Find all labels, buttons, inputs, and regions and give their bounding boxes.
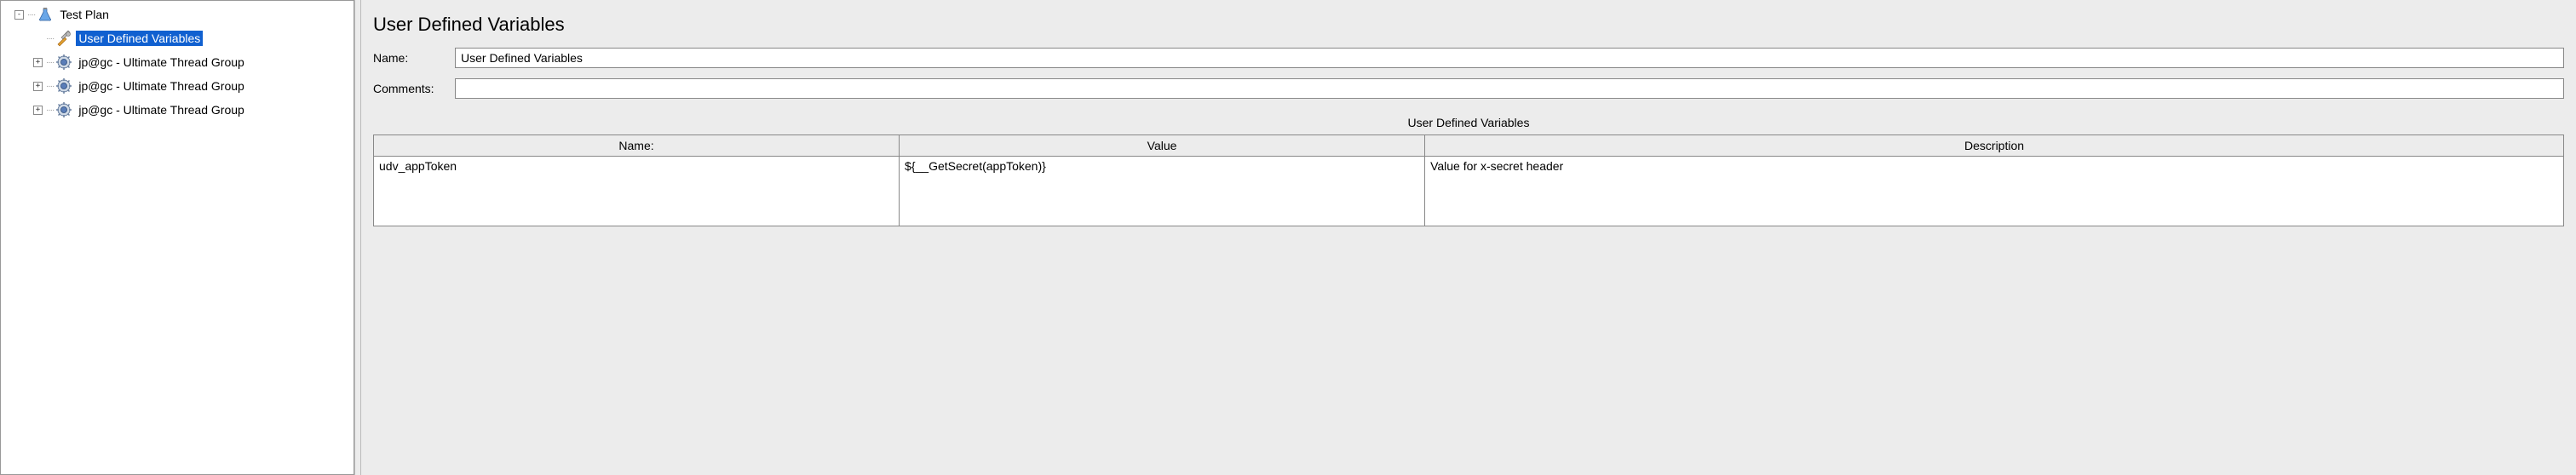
table-empty-area[interactable] xyxy=(374,175,2564,226)
tree-label: Test Plan xyxy=(57,7,112,22)
variables-table[interactable]: Name: Value Description udv_appToken ${_… xyxy=(373,134,2564,226)
expand-icon-none xyxy=(33,34,43,43)
page-title: User Defined Variables xyxy=(373,14,2564,36)
tree-label: jp@gc - Ultimate Thread Group xyxy=(76,78,246,94)
tree-panel[interactable]: - ···· Test Plan ···· User Defined Varia… xyxy=(0,0,354,475)
col-desc[interactable]: Description xyxy=(1425,135,2564,157)
split-divider[interactable] xyxy=(354,0,361,475)
tree-connector: ···· xyxy=(46,34,54,43)
tree-node-test-plan[interactable]: - ···· Test Plan xyxy=(3,3,352,26)
tree-connector: ···· xyxy=(27,10,35,20)
tree-node-thread-group-2[interactable]: + ···· jp@gc - Ultimate Thread Group xyxy=(3,74,352,98)
tree-connector: ···· xyxy=(46,82,54,91)
table-title: User Defined Variables xyxy=(373,116,2564,129)
expand-icon[interactable]: + xyxy=(33,106,43,115)
gear-icon xyxy=(55,54,72,71)
flask-icon xyxy=(37,6,54,23)
tree-node-thread-group-3[interactable]: + ···· jp@gc - Ultimate Thread Group xyxy=(3,98,352,122)
comments-row: Comments: xyxy=(373,78,2564,99)
name-row: Name: xyxy=(373,48,2564,68)
cell-desc[interactable]: Value for x-secret header xyxy=(1425,157,2564,175)
tree-connector: ···· xyxy=(46,106,54,115)
comments-label: Comments: xyxy=(373,82,455,95)
tree-label: jp@gc - Ultimate Thread Group xyxy=(76,54,246,70)
tree-label: jp@gc - Ultimate Thread Group xyxy=(76,102,246,117)
name-input[interactable] xyxy=(455,48,2564,68)
gear-icon xyxy=(55,77,72,94)
expand-icon[interactable]: + xyxy=(33,58,43,67)
comments-input[interactable] xyxy=(455,78,2564,99)
col-name[interactable]: Name: xyxy=(374,135,900,157)
main-panel: User Defined Variables Name: Comments: U… xyxy=(361,0,2576,475)
gear-icon xyxy=(55,101,72,118)
name-label: Name: xyxy=(373,51,455,65)
col-value[interactable]: Value xyxy=(900,135,1425,157)
tree-connector: ···· xyxy=(46,58,54,67)
tree-node-udv[interactable]: ···· User Defined Variables xyxy=(3,26,352,50)
tree-label: User Defined Variables xyxy=(76,31,203,46)
collapse-icon[interactable]: - xyxy=(14,10,24,20)
tools-icon xyxy=(55,30,72,47)
cell-name[interactable]: udv_appToken xyxy=(374,157,900,175)
cell-value[interactable]: ${__GetSecret(appToken)} xyxy=(900,157,1425,175)
expand-icon[interactable]: + xyxy=(33,82,43,91)
table-row[interactable]: udv_appToken ${__GetSecret(appToken)} Va… xyxy=(374,157,2564,175)
tree-node-thread-group-1[interactable]: + ···· jp@gc - Ultimate Thread Group xyxy=(3,50,352,74)
